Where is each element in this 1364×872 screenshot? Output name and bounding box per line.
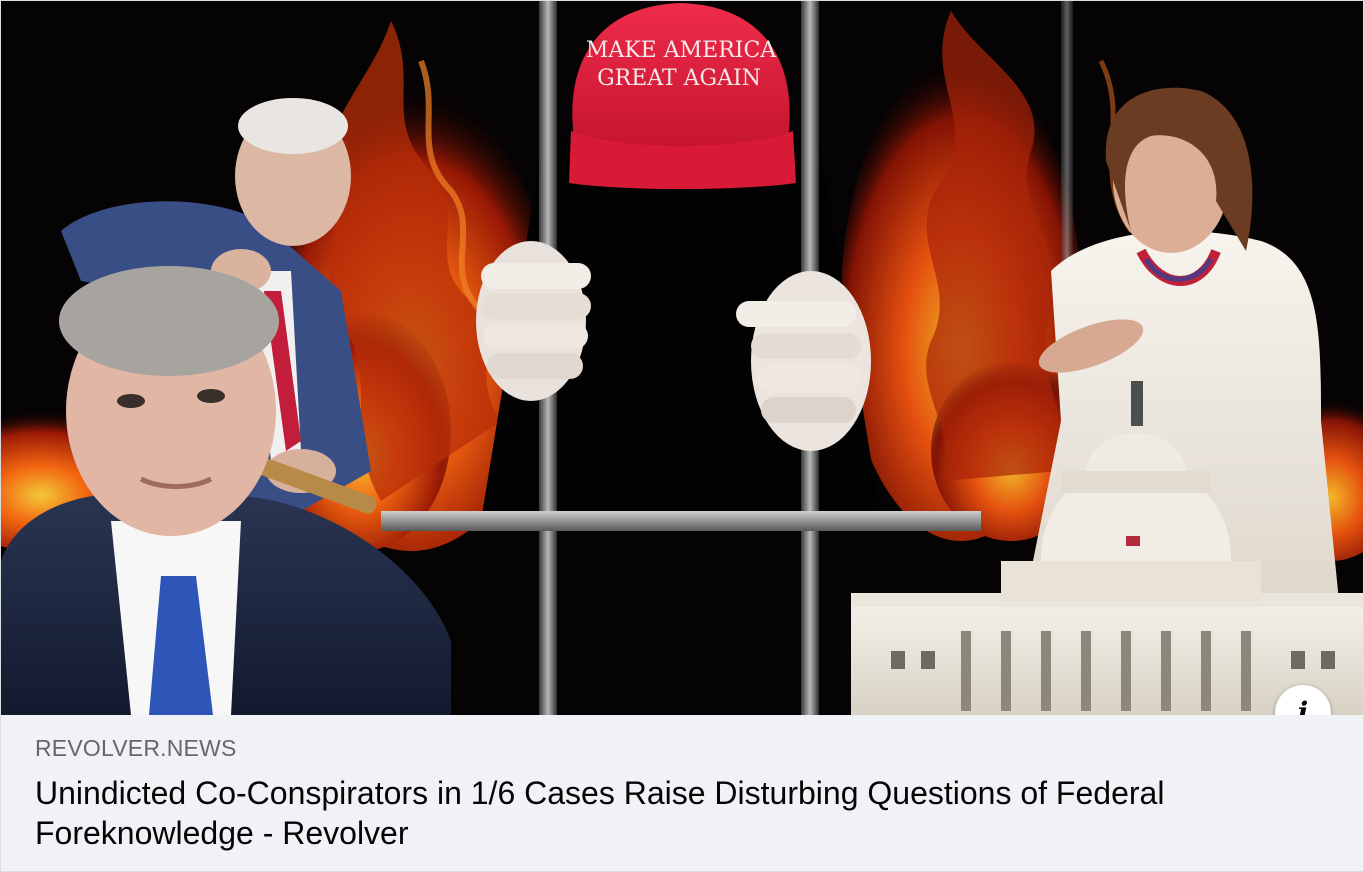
link-preview-meta[interactable]: REVOLVER.NEWS Unindicted Co-Conspirators… <box>1 715 1363 871</box>
composite-illustration: MAKE AMERICA GREAT AGAIN <box>1 1 1363 715</box>
cap-text-line2: GREAT AGAIN <box>597 66 761 91</box>
hand-left <box>476 241 591 401</box>
info-icon: i <box>1297 696 1309 716</box>
link-preview-image[interactable]: MAKE AMERICA GREAT AGAIN i <box>1 1 1363 715</box>
cap-text-line1: MAKE AMERICA <box>586 38 777 63</box>
link-preview-card[interactable]: MAKE AMERICA GREAT AGAIN i REVOLVER.NEWS… <box>0 0 1364 872</box>
link-domain: REVOLVER.NEWS <box>35 735 237 761</box>
link-headline[interactable]: Unindicted Co-Conspirators in 1/6 Cases … <box>35 773 1285 853</box>
